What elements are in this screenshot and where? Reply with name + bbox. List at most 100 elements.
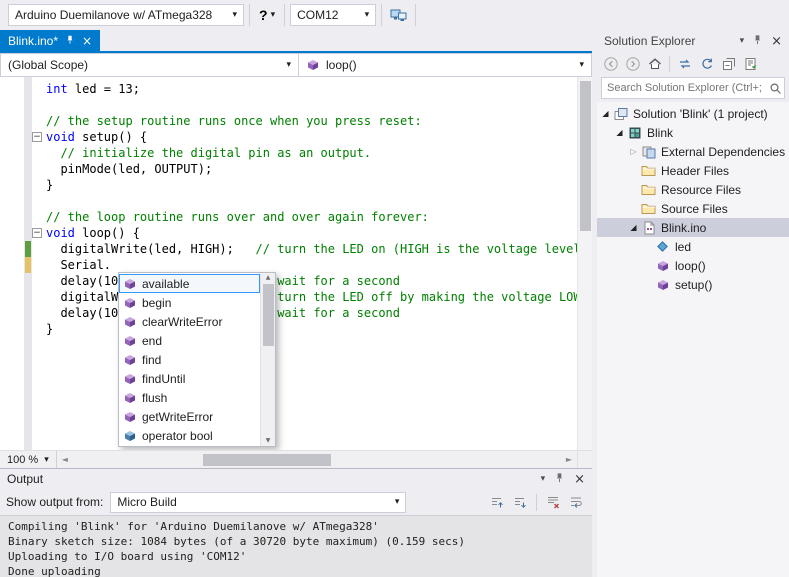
- code-line[interactable]: digitalWrite(led, LOW); // turn the LED …: [0, 289, 577, 305]
- expander-icon[interactable]: ◢: [599, 109, 612, 118]
- code-line[interactable]: int led = 13;: [0, 81, 577, 97]
- navigate-forward-icon[interactable]: [622, 54, 643, 74]
- completion-item-finduntil[interactable]: findUntil: [119, 369, 260, 388]
- clear-all-icon[interactable]: [543, 491, 563, 513]
- search-icon[interactable]: [766, 82, 784, 95]
- close-icon[interactable]: ×: [574, 473, 585, 486]
- close-icon[interactable]: ×: [82, 35, 92, 47]
- window-position-icon[interactable]: ▾: [541, 474, 546, 484]
- expander-icon[interactable]: ◢: [613, 128, 626, 137]
- code-line[interactable]: pinMode(led, OUTPUT);: [0, 161, 577, 177]
- completion-label: end: [142, 334, 162, 348]
- editor-horizontal-scrollbar[interactable]: [73, 451, 561, 469]
- home-icon[interactable]: [644, 54, 665, 74]
- popup-scrollbar-thumb[interactable]: [263, 284, 274, 346]
- output-line: Uploading to I/O board using 'COM12': [8, 549, 584, 564]
- completion-item-available[interactable]: available: [119, 274, 260, 293]
- completion-label: clearWriteError: [142, 315, 222, 329]
- horizontal-scrollbar-thumb[interactable]: [203, 454, 331, 466]
- code-line[interactable]: }: [0, 321, 577, 337]
- tree-item-external-dependencies[interactable]: ▷External Dependencies: [597, 142, 789, 161]
- solution-tree[interactable]: ◢Solution 'Blink' (1 project)◢Blink▷Exte…: [597, 102, 789, 577]
- collapse-all-icon[interactable]: [718, 54, 739, 74]
- help-icon: ?: [259, 7, 268, 23]
- solution-icon: [612, 106, 629, 122]
- fold-toggle-icon[interactable]: −: [32, 132, 42, 142]
- vertical-scrollbar-thumb[interactable]: [580, 81, 591, 231]
- close-icon[interactable]: ×: [771, 35, 782, 48]
- fold-toggle-icon[interactable]: −: [32, 228, 42, 238]
- completion-item-flush[interactable]: flush: [119, 388, 260, 407]
- goto-next-message-icon[interactable]: [510, 491, 530, 513]
- tree-item-header-files[interactable]: Header Files: [597, 161, 789, 180]
- code-line[interactable]: [0, 97, 577, 113]
- toolbar-separator: [381, 4, 382, 26]
- search-input[interactable]: [602, 79, 766, 97]
- code-line[interactable]: delay(1000); // wait for a second: [0, 273, 577, 289]
- popup-scrollbar[interactable]: ▲ ▼: [260, 273, 275, 446]
- code-line[interactable]: −void loop() {: [0, 225, 577, 241]
- output-line: Done uploading: [8, 564, 584, 577]
- completion-item-operator-bool[interactable]: operator bool: [119, 426, 260, 445]
- code-line[interactable]: delay(1000); // wait for a second: [0, 305, 577, 321]
- sync-with-active-document-icon[interactable]: [674, 54, 695, 74]
- tree-item-blink[interactable]: ◢Blink: [597, 123, 789, 142]
- code-line[interactable]: digitalWrite(led, HIGH); // turn the LED…: [0, 241, 577, 257]
- help-button[interactable]: ? ▾: [255, 4, 279, 26]
- tree-item-setup[interactable]: setup(): [597, 275, 789, 294]
- tree-item-blink-ino[interactable]: ◢Blink.ino: [597, 218, 789, 237]
- editor-bottom-bar: 100 % ▾ ◄ ►: [0, 450, 592, 468]
- output-source-dropdown[interactable]: Micro Build ▾: [110, 492, 406, 513]
- code-line[interactable]: // initialize the digital pin as an outp…: [0, 145, 577, 161]
- completion-list: availablebegin clearWriteError end find find…: [119, 273, 260, 446]
- code-line[interactable]: }: [0, 177, 577, 193]
- expander-icon[interactable]: ▷: [627, 147, 640, 156]
- tree-item-solution-blink-1-project[interactable]: ◢Solution 'Blink' (1 project): [597, 104, 789, 123]
- navigate-back-icon[interactable]: [600, 54, 621, 74]
- zoom-selector[interactable]: 100 % ▾: [0, 451, 57, 469]
- code-segment: void: [46, 226, 75, 240]
- tree-item-led[interactable]: led: [597, 237, 789, 256]
- code-line[interactable]: −void setup() {: [0, 129, 577, 145]
- code-line[interactable]: // the setup routine runs once when you …: [0, 113, 577, 129]
- tree-item-source-files[interactable]: Source Files: [597, 199, 789, 218]
- scroll-down-icon[interactable]: ▼: [266, 436, 271, 446]
- tab-blink-ino[interactable]: Blink.ino* ×: [0, 30, 100, 51]
- chevron-down-icon: ▾: [271, 10, 276, 20]
- scroll-right-icon[interactable]: ►: [561, 455, 577, 464]
- scope-dropdown[interactable]: (Global Scope) ▾: [1, 54, 299, 76]
- scroll-up-icon[interactable]: ▲: [266, 273, 271, 283]
- goto-previous-message-icon[interactable]: [487, 491, 507, 513]
- code-line[interactable]: [0, 193, 577, 209]
- change-indicator: [25, 257, 31, 273]
- port-selector[interactable]: COM12 ▾: [290, 4, 376, 26]
- pin-icon[interactable]: [554, 472, 565, 486]
- word-wrap-icon[interactable]: [566, 491, 586, 513]
- completion-label: find: [142, 353, 161, 367]
- properties-icon[interactable]: [740, 54, 761, 74]
- serial-monitor-icon[interactable]: [387, 4, 410, 26]
- code-area[interactable]: int led = 13; // the setup routine runs o…: [0, 77, 577, 450]
- code-editor[interactable]: int led = 13; // the setup routine runs o…: [0, 77, 592, 450]
- code-segment: // turn the LED on (HIGH is the voltage …: [256, 242, 577, 256]
- completion-item-find[interactable]: find: [119, 350, 260, 369]
- tree-item-loop[interactable]: loop(): [597, 256, 789, 275]
- output-log: Compiling 'Blink' for 'Arduino Duemilano…: [0, 515, 592, 577]
- window-position-icon[interactable]: ▾: [740, 36, 745, 46]
- board-selector[interactable]: Arduino Duemilanove w/ ATmega328 ▾: [8, 4, 244, 26]
- completion-item-end[interactable]: end: [119, 331, 260, 350]
- editor-vertical-scrollbar[interactable]: [577, 77, 592, 450]
- expander-icon[interactable]: ◢: [627, 223, 640, 232]
- code-line[interactable]: Serial.: [0, 257, 577, 273]
- tree-item-resource-files[interactable]: Resource Files: [597, 180, 789, 199]
- chevron-down-icon: ▾: [286, 60, 291, 70]
- completion-item-clearwriteerror[interactable]: clearWriteError: [119, 312, 260, 331]
- code-line[interactable]: // the loop routine runs over and over a…: [0, 209, 577, 225]
- pin-icon[interactable]: [752, 34, 763, 48]
- completion-item-begin[interactable]: begin: [119, 293, 260, 312]
- member-dropdown[interactable]: loop() ▾: [299, 54, 591, 76]
- refresh-icon[interactable]: [696, 54, 717, 74]
- pin-icon[interactable]: [65, 34, 75, 48]
- completion-item-getwriteerror[interactable]: getWriteError: [119, 407, 260, 426]
- scroll-left-icon[interactable]: ◄: [57, 455, 73, 464]
